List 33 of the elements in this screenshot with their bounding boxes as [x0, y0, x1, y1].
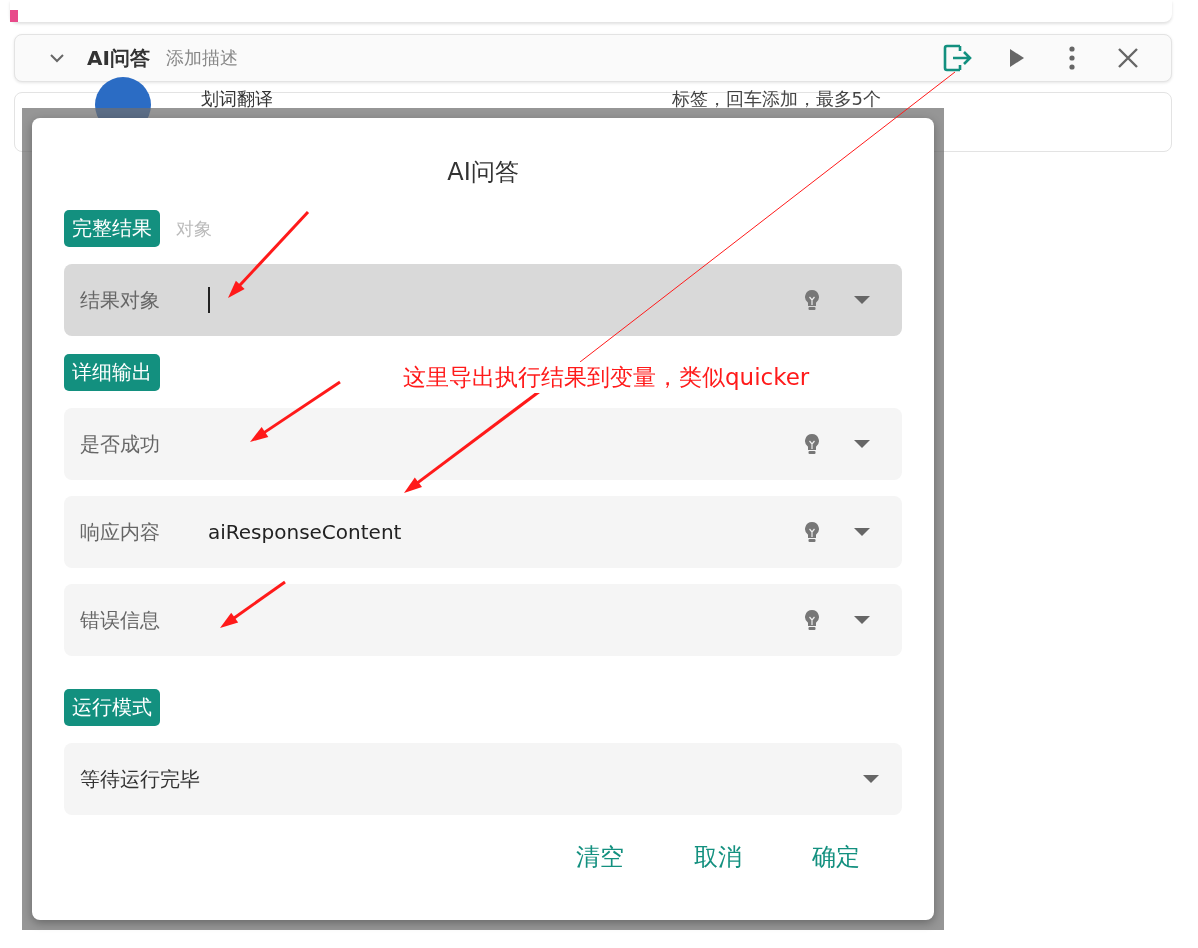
dropdown-caret-icon[interactable] [854, 296, 870, 304]
arrow [220, 580, 286, 628]
lightbulb-icon[interactable] [804, 521, 820, 543]
dialog-button[interactable]: 清空 [566, 833, 634, 881]
dialog-button[interactable]: 取消 [684, 833, 752, 881]
section-tag: 详细输出 [64, 354, 160, 391]
section-tag: 运行模式 [64, 689, 160, 726]
input-field[interactable]: 是否成功 [64, 408, 902, 480]
lightbulb-icon[interactable] [804, 433, 820, 455]
type-hint: 对象 [176, 216, 212, 241]
dialog-button[interactable]: 确定 [802, 833, 870, 881]
input-field[interactable]: 结果对象 [64, 264, 902, 336]
dropdown-caret-icon[interactable] [854, 440, 870, 448]
input-field[interactable]: 等待运行完毕 [64, 743, 902, 815]
export-icon[interactable] [943, 44, 973, 72]
more-icon[interactable] [1069, 46, 1075, 70]
play-icon[interactable] [1009, 48, 1025, 68]
action-title: AI问答 [87, 44, 150, 72]
annotation-text: 这里导出执行结果到变量，类似quicker [403, 362, 810, 393]
input-field[interactable]: 错误信息 [64, 584, 902, 656]
lightbulb-icon[interactable] [804, 289, 820, 311]
dropdown-caret-icon[interactable] [854, 528, 870, 536]
lightbulb-icon[interactable] [804, 609, 820, 631]
item-title: 划词翻译 [201, 87, 273, 111]
chevron-down-icon[interactable] [49, 53, 65, 63]
dropdown-caret-icon[interactable] [854, 616, 870, 624]
input-field[interactable]: 响应内容 aiResponseContent [64, 496, 902, 568]
close-icon[interactable] [1117, 47, 1139, 69]
description-field[interactable]: 添加描述 [165, 46, 238, 70]
dialog-title: AI问答 [446, 157, 520, 188]
tags-field: 标签，回车添加，最多5个 [671, 87, 881, 111]
section-tag: 完整结果 [64, 210, 160, 247]
dropdown-caret-icon[interactable] [863, 775, 879, 783]
